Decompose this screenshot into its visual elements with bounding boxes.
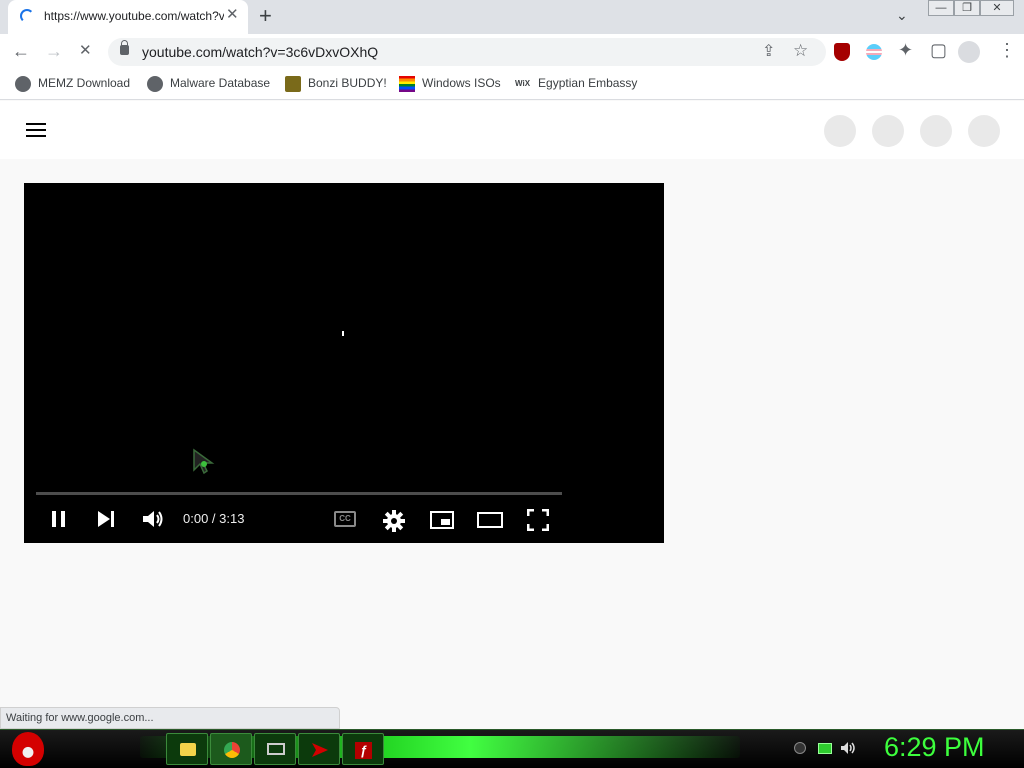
- fullscreen-icon[interactable]: [527, 509, 549, 531]
- loading-indicator: [342, 331, 344, 336]
- rainbow-flag-icon: [399, 76, 415, 92]
- globe-icon: [147, 76, 163, 92]
- browser-toolbar: ← → ✕ youtube.com/watch?v=3c6vDxvOXhQ ⇪ …: [0, 34, 1024, 70]
- status-bubble: Waiting for www.google.com...: [0, 707, 340, 729]
- taskbar-clock[interactable]: 6:29 PM: [884, 732, 985, 763]
- close-window-button[interactable]: ✕: [980, 0, 1014, 16]
- wix-icon: WiX: [515, 79, 531, 89]
- extensions-icon[interactable]: ✦: [898, 40, 913, 60]
- back-icon[interactable]: ←: [12, 41, 30, 61]
- taskbar: ƒ 6:29 PM: [0, 729, 1024, 768]
- taskbar-chrome-app[interactable]: [210, 733, 252, 765]
- taskbar-folder-app[interactable]: [166, 733, 208, 765]
- taskbar-flash-app[interactable]: ƒ: [342, 733, 384, 765]
- taskbar-arrow-app[interactable]: [298, 733, 340, 765]
- taskbar-display-app[interactable]: [254, 733, 296, 765]
- chrome-icon: [224, 742, 240, 758]
- next-icon[interactable]: [96, 510, 116, 528]
- lock-icon[interactable]: [120, 40, 129, 55]
- settings-icon[interactable]: [383, 510, 405, 532]
- globe-icon: [15, 76, 31, 92]
- bookmark-memz[interactable]: MEMZ Download: [15, 76, 130, 92]
- youtube-header: [0, 101, 1024, 159]
- flash-icon: ƒ: [355, 742, 372, 759]
- stop-loading-icon[interactable]: ✕: [79, 41, 92, 61]
- new-tab-button[interactable]: +: [259, 4, 272, 28]
- browser-tab[interactable]: https://www.youtube.com/watch?v=3c6vDxvO…: [8, 0, 248, 34]
- display-icon: [267, 743, 285, 755]
- forward-icon[interactable]: →: [45, 41, 63, 61]
- progress-bar[interactable]: [36, 492, 562, 495]
- tab-search-icon[interactable]: ⌄: [896, 7, 908, 24]
- bookmark-windows-isos[interactable]: Windows ISOs: [399, 76, 501, 92]
- address-bar[interactable]: youtube.com/watch?v=3c6vDxvOXhQ ⇪ ☆: [108, 38, 826, 66]
- minimize-button[interactable]: —: [928, 0, 954, 16]
- captions-icon[interactable]: CC: [334, 511, 356, 527]
- video-player[interactable]: 0:00 / 3:13 CC: [24, 183, 664, 543]
- theater-mode-icon[interactable]: [477, 511, 503, 529]
- header-placeholder: [824, 115, 856, 147]
- pause-icon[interactable]: [50, 510, 68, 528]
- hamburger-menu-icon[interactable]: [26, 123, 46, 137]
- bookmark-malware-database[interactable]: Malware Database: [147, 76, 270, 92]
- miniplayer-icon[interactable]: [430, 511, 454, 529]
- tab-strip: https://www.youtube.com/watch?v=3c6vDxvO…: [0, 0, 1024, 34]
- ublock-icon[interactable]: [834, 43, 850, 61]
- folder-icon: [180, 743, 196, 756]
- profile-avatar-icon[interactable]: [958, 41, 980, 63]
- bookmark-bonzi-buddy[interactable]: Bonzi BUDDY!: [285, 76, 387, 92]
- restore-button[interactable]: ❐: [954, 0, 980, 16]
- bonzi-icon: [285, 76, 301, 92]
- arrow-app-icon: [312, 743, 328, 757]
- header-placeholder: [920, 115, 952, 147]
- flag-extension-icon[interactable]: [866, 44, 882, 60]
- url-text: youtube.com/watch?v=3c6vDxvOXhQ: [142, 44, 379, 60]
- loading-spinner-icon: [20, 9, 34, 23]
- network-icon[interactable]: [818, 743, 832, 754]
- volume-tray-icon[interactable]: [840, 741, 856, 755]
- bookmark-egyptian-embassy[interactable]: WiX Egyptian Embassy: [515, 76, 637, 90]
- tray-app-icon[interactable]: [794, 742, 806, 754]
- time-display: 0:00 / 3:13: [183, 511, 245, 526]
- share-icon[interactable]: ⇪: [762, 42, 775, 62]
- mouse-cursor-icon: [193, 448, 215, 475]
- bookmark-star-icon[interactable]: ☆: [793, 41, 808, 61]
- tab-title: https://www.youtube.com/watch?v=3c6vDxvO…: [44, 9, 224, 23]
- header-placeholder: [872, 115, 904, 147]
- volume-icon[interactable]: [142, 510, 164, 528]
- bookmarks-bar: MEMZ Download Malware Database Bonzi BUD…: [0, 70, 1024, 100]
- tab-close-icon[interactable]: ✕: [226, 7, 239, 23]
- header-placeholder: [968, 115, 1000, 147]
- chrome-menu-icon[interactable]: ⋮: [998, 40, 1016, 60]
- angry-bird-icon[interactable]: [12, 732, 44, 766]
- side-panel-icon[interactable]: ▢: [930, 40, 947, 60]
